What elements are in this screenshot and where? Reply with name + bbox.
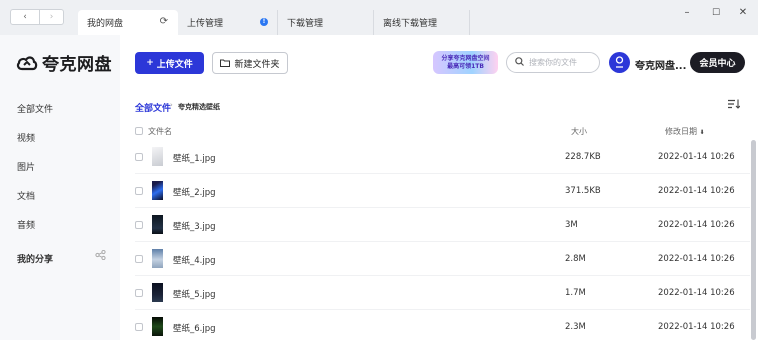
- sidebar-item-my-shares[interactable]: 我的分享: [17, 252, 53, 265]
- file-name: 壁纸_4.jpg: [173, 256, 216, 266]
- file-size: 2.8M: [565, 254, 586, 264]
- promo-line-1: 分享夸克网盘空间: [441, 54, 490, 62]
- file-date: 2022-01-14 10:26: [658, 254, 735, 264]
- forward-button[interactable]: ›: [40, 9, 64, 25]
- file-size: 371.5KB: [565, 186, 601, 196]
- minimize-icon[interactable]: –: [679, 6, 695, 20]
- file-name: 壁纸_3.jpg: [173, 222, 216, 232]
- tab-label: 离线下载管理: [383, 19, 438, 29]
- row-checkbox[interactable]: [135, 323, 143, 331]
- column-header-name[interactable]: 文件名: [148, 126, 172, 137]
- tab-label: 上传管理: [187, 19, 224, 29]
- column-header-size[interactable]: 大小: [571, 126, 587, 137]
- sidebar-item-video[interactable]: 视频: [17, 131, 35, 144]
- share-icon[interactable]: [95, 249, 106, 263]
- row-checkbox[interactable]: [135, 221, 143, 229]
- back-button[interactable]: ‹: [10, 9, 40, 25]
- file-name: 壁纸_6.jpg: [173, 324, 216, 334]
- app-logo: 夸克网盘: [16, 50, 112, 75]
- image-thumbnail: [152, 283, 163, 302]
- tab-my-drive[interactable]: 我的网盘 ⟳: [78, 10, 178, 35]
- new-folder-label: 新建文件夹: [234, 59, 280, 70]
- upload-label: 上传文件: [156, 59, 193, 70]
- file-size: 1.7M: [565, 288, 586, 298]
- info-badge-icon: !: [260, 18, 268, 26]
- sidebar-item-documents[interactable]: 文档: [17, 189, 35, 202]
- close-icon[interactable]: ✕: [735, 6, 751, 20]
- plus-icon: +: [146, 58, 154, 68]
- search-placeholder: 搜索你的文件: [529, 58, 577, 67]
- promo-line-2: 最高可领1TB: [447, 62, 484, 70]
- table-row[interactable]: 壁纸_3.jpg 3M 2022-01-14 10:26: [120, 208, 750, 242]
- file-date: 2022-01-14 10:26: [658, 186, 735, 196]
- sort-desc-arrow-icon: ⬇: [699, 129, 705, 136]
- user-icon: [615, 56, 624, 68]
- table-row[interactable]: 壁纸_2.jpg 371.5KB 2022-01-14 10:26: [120, 174, 750, 208]
- sidebar: [0, 35, 120, 340]
- file-name: 壁纸_2.jpg: [173, 188, 216, 198]
- select-all-checkbox[interactable]: [135, 127, 143, 135]
- cloud-logo-icon: [16, 55, 38, 70]
- row-checkbox[interactable]: [135, 255, 143, 263]
- file-size: 228.7KB: [565, 152, 601, 162]
- tab-label: 下载管理: [287, 19, 324, 29]
- sort-icon[interactable]: [728, 99, 741, 112]
- table-row[interactable]: 壁纸_5.jpg 1.7M 2022-01-14 10:26: [120, 276, 750, 310]
- avatar[interactable]: [609, 52, 630, 73]
- file-date: 2022-01-14 10:26: [658, 288, 735, 298]
- tab-download-manager[interactable]: 下载管理: [278, 10, 374, 35]
- vip-center-button[interactable]: 会员中心: [690, 52, 745, 73]
- vertical-scrollbar[interactable]: [751, 140, 756, 340]
- tab-offline-download[interactable]: 离线下载管理: [374, 10, 470, 35]
- column-header-date[interactable]: 修改日期 ⬇: [665, 126, 705, 137]
- image-thumbnail: [152, 249, 163, 268]
- folder-icon: [220, 59, 231, 67]
- file-date: 2022-01-14 10:26: [658, 322, 735, 332]
- image-thumbnail: [152, 147, 163, 166]
- file-name: 壁纸_1.jpg: [173, 154, 216, 164]
- tab-upload-manager[interactable]: 上传管理 !: [178, 10, 278, 35]
- image-thumbnail: [152, 215, 163, 234]
- file-size: 2.3M: [565, 322, 586, 332]
- file-name: 壁纸_5.jpg: [173, 290, 216, 300]
- refresh-icon[interactable]: ⟳: [160, 16, 168, 27]
- table-row[interactable]: 壁纸_4.jpg 2.8M 2022-01-14 10:26: [120, 242, 750, 276]
- sidebar-item-audio[interactable]: 音频: [17, 218, 35, 231]
- breadcrumb-current: 夸克精选壁纸: [178, 103, 220, 111]
- breadcrumb-root[interactable]: 全部文件: [135, 101, 171, 114]
- maximize-icon[interactable]: ☐: [708, 6, 724, 20]
- breadcrumb-separator: ›: [170, 101, 173, 109]
- column-header-date-label: 修改日期: [665, 127, 697, 136]
- table-row[interactable]: 壁纸_6.jpg 2.3M 2022-01-14 10:26: [120, 310, 750, 344]
- image-thumbnail: [152, 181, 163, 200]
- row-checkbox[interactable]: [135, 153, 143, 161]
- sidebar-item-all-files[interactable]: 全部文件: [17, 102, 53, 115]
- table-row[interactable]: 壁纸_1.jpg 228.7KB 2022-01-14 10:26: [120, 140, 750, 174]
- file-date: 2022-01-14 10:26: [658, 152, 735, 162]
- tab-label: 我的网盘: [87, 19, 124, 29]
- file-size: 3M: [565, 220, 578, 230]
- upload-button[interactable]: + 上传文件: [135, 52, 204, 74]
- row-checkbox[interactable]: [135, 187, 143, 195]
- image-thumbnail: [152, 317, 163, 336]
- logo-text: 夸克网盘: [42, 55, 112, 75]
- row-checkbox[interactable]: [135, 289, 143, 297]
- promo-banner[interactable]: 分享夸克网盘空间 最高可领1TB: [433, 51, 498, 74]
- file-date: 2022-01-14 10:26: [658, 220, 735, 230]
- search-input[interactable]: 搜索你的文件: [506, 52, 600, 73]
- username[interactable]: 夸克网盘...: [635, 57, 686, 72]
- new-folder-button[interactable]: 新建文件夹: [212, 52, 288, 74]
- sidebar-item-images[interactable]: 图片: [17, 160, 35, 173]
- search-icon: [515, 56, 524, 69]
